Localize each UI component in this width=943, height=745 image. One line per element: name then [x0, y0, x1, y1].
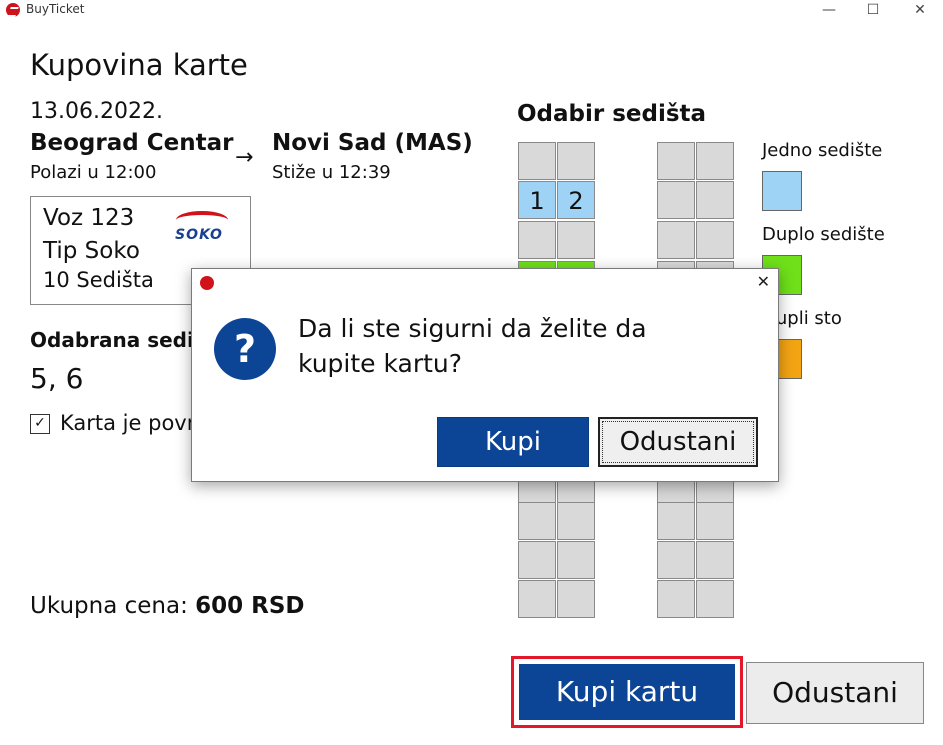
legend-single-swatch [762, 171, 802, 211]
seat[interactable] [557, 502, 595, 540]
cancel-button[interactable]: Odustani [746, 662, 924, 724]
seat[interactable] [518, 541, 556, 579]
departure-station: Beograd Centar [30, 130, 234, 156]
window-title: BuyTicket [26, 2, 85, 16]
train-seat-count: 10 Sedišta [43, 268, 154, 292]
title-bar: BuyTicket — ☐ ✕ [0, 0, 943, 22]
soko-logo: SOKO [168, 211, 230, 245]
close-window-button[interactable]: ✕ [897, 0, 943, 22]
arrow-right-icon: → [235, 145, 254, 170]
seat[interactable] [696, 142, 734, 180]
seat[interactable] [696, 502, 734, 540]
seat[interactable] [696, 181, 734, 219]
total-price-label: Ukupna cena: [30, 593, 188, 619]
seat-2[interactable]: 2 [557, 181, 595, 219]
seat[interactable] [657, 142, 695, 180]
seat[interactable] [696, 580, 734, 618]
dialog-logo-icon [200, 276, 214, 290]
minimize-button[interactable]: — [806, 0, 852, 22]
seat[interactable] [518, 502, 556, 540]
seat[interactable] [557, 221, 595, 259]
seat[interactable] [657, 580, 695, 618]
seat[interactable] [518, 142, 556, 180]
train-number: Voz 123 [43, 205, 135, 231]
legend-single-label: Jedno sedište [762, 140, 883, 161]
seat[interactable] [657, 221, 695, 259]
seat[interactable] [657, 502, 695, 540]
seat-selection-title: Odabir sedišta [517, 101, 707, 127]
seat[interactable] [657, 181, 695, 219]
total-price-value: 600 RSD [195, 593, 305, 619]
dialog-cancel-button[interactable]: Odustani [598, 417, 758, 467]
legend-double-label: Duplo sedište [762, 224, 885, 245]
buy-ticket-button[interactable]: Kupi kartu [519, 664, 735, 720]
dialog-close-button[interactable]: ✕ [757, 272, 770, 291]
arrival-station: Novi Sad (MAS) [272, 130, 473, 156]
dialog-message: Da li ste sigurni da želite da kupite ka… [298, 314, 647, 378]
maximize-button[interactable]: ☐ [850, 0, 896, 22]
app-logo-icon [6, 3, 20, 17]
seat[interactable] [557, 541, 595, 579]
soko-logo-text: SOKO [175, 227, 223, 243]
seat[interactable] [696, 221, 734, 259]
seat[interactable] [557, 142, 595, 180]
buy-ticket-button-highlight: Kupi kartu [511, 656, 743, 728]
departure-time: Polazi u 12:00 [30, 162, 157, 183]
seat[interactable] [518, 580, 556, 618]
selected-seats-value: 5, 6 [30, 362, 84, 395]
seat[interactable] [518, 221, 556, 259]
seat[interactable] [657, 541, 695, 579]
return-ticket-checkbox[interactable]: ✓ [30, 414, 50, 434]
confirm-dialog: ✕ ? Da li ste sigurni da želite da kupit… [191, 268, 779, 482]
seat[interactable] [696, 541, 734, 579]
seat-1[interactable]: 1 [518, 181, 556, 219]
train-type: Tip Soko [43, 238, 140, 264]
seat[interactable] [557, 580, 595, 618]
total-price: Ukupna cena: 600 RSD [30, 593, 305, 619]
question-icon: ? [214, 318, 276, 380]
trip-date: 13.06.2022. [30, 99, 163, 124]
page-title: Kupovina karte [30, 48, 248, 82]
dialog-buy-button[interactable]: Kupi [437, 417, 589, 467]
arrival-time: Stiže u 12:39 [272, 162, 391, 183]
